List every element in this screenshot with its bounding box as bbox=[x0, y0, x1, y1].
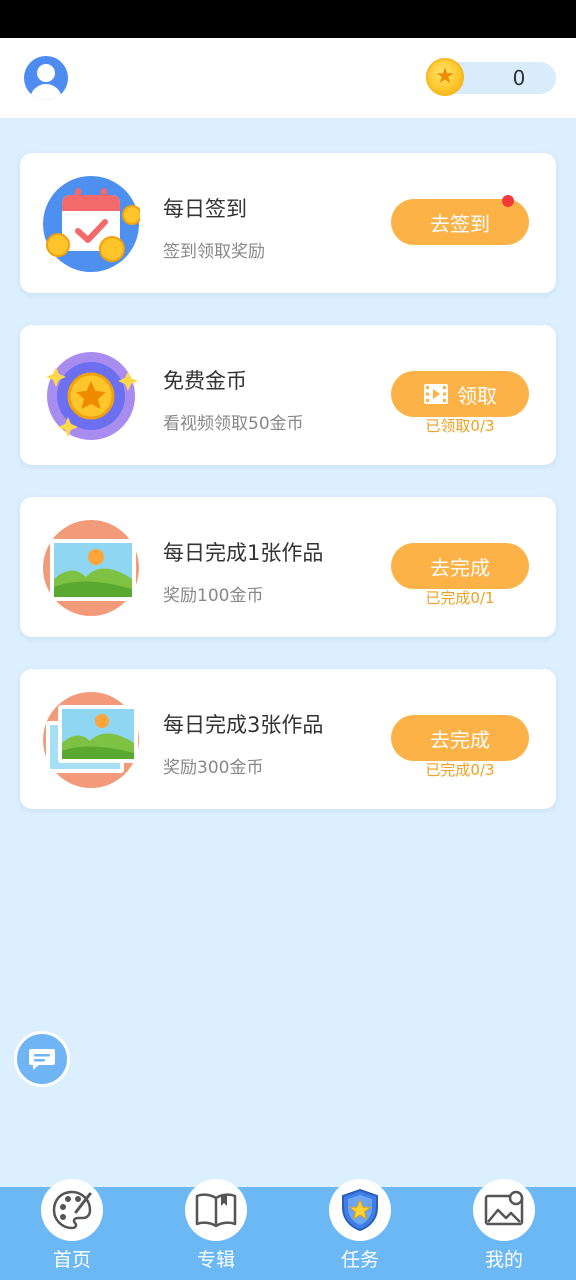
shield-star-icon bbox=[329, 1179, 391, 1241]
star-coin-icon: ★ bbox=[426, 58, 464, 96]
chat-bubble-icon bbox=[29, 1049, 55, 1070]
tab-tasks[interactable]: 任务 bbox=[288, 1179, 432, 1280]
book-icon bbox=[185, 1179, 247, 1241]
landscape-picture-icon bbox=[42, 519, 140, 617]
status-bar bbox=[0, 0, 576, 38]
stacked-pictures-icon bbox=[42, 691, 140, 789]
task-subtitle: 奖励100金币 bbox=[163, 586, 264, 606]
complete-button-label: 去完成 bbox=[430, 555, 490, 580]
complete-button-label: 去完成 bbox=[430, 727, 490, 752]
coin-balance: 0 bbox=[512, 66, 526, 90]
complete-task-button[interactable]: 去完成 bbox=[391, 543, 529, 589]
claim-button-label: 领取 bbox=[457, 383, 497, 408]
top-bar: 0 ★ bbox=[0, 38, 576, 118]
tab-label: 专辑 bbox=[196, 1249, 235, 1271]
tab-label: 首页 bbox=[52, 1249, 91, 1271]
bottom-tab-bar: 首页 专辑 任务 我的 bbox=[0, 1179, 576, 1280]
chat-button[interactable] bbox=[14, 1031, 70, 1087]
task-subtitle: 签到领取奖励 bbox=[163, 242, 265, 262]
task-title: 每日签到 bbox=[163, 197, 247, 221]
task-progress: 已完成0/3 bbox=[425, 761, 495, 779]
claim-button[interactable]: 领取 bbox=[391, 371, 529, 417]
star-coin-icon bbox=[42, 347, 140, 445]
tab-albums[interactable]: 专辑 bbox=[144, 1179, 288, 1280]
avatar-body bbox=[30, 84, 62, 100]
task-card-daily-signin: 每日签到 签到领取奖励 去签到 bbox=[20, 153, 556, 293]
tab-home[interactable]: 首页 bbox=[0, 1179, 144, 1280]
task-subtitle: 看视频领取50金币 bbox=[163, 414, 304, 434]
task-title: 每日完成1张作品 bbox=[163, 541, 324, 565]
avatar[interactable] bbox=[24, 56, 68, 100]
task-card-complete-3: 每日完成3张作品 奖励300金币 去完成 已完成0/3 bbox=[20, 669, 556, 809]
task-card-complete-1: 每日完成1张作品 奖励100金币 去完成 已完成0/1 bbox=[20, 497, 556, 637]
tab-mine[interactable]: 我的 bbox=[432, 1179, 576, 1280]
task-progress: 已完成0/1 bbox=[425, 589, 495, 607]
task-title: 每日完成3张作品 bbox=[163, 713, 324, 737]
task-card-free-coins: 免费金币 看视频领取50金币 领取 已领取0/3 bbox=[20, 325, 556, 465]
task-title: 免费金币 bbox=[163, 369, 247, 393]
calendar-icon bbox=[42, 175, 142, 273]
notification-dot bbox=[502, 195, 514, 207]
task-subtitle: 奖励300金币 bbox=[163, 758, 264, 778]
complete-task-button[interactable]: 去完成 bbox=[391, 715, 529, 761]
signin-button-label: 去签到 bbox=[430, 211, 490, 236]
tab-label: 任务 bbox=[340, 1249, 379, 1271]
palette-icon bbox=[41, 1179, 103, 1241]
video-icon bbox=[424, 384, 448, 404]
avatar-head bbox=[37, 64, 55, 82]
gallery-icon bbox=[473, 1179, 535, 1241]
task-progress: 已领取0/3 bbox=[425, 417, 495, 435]
tab-label: 我的 bbox=[484, 1249, 523, 1271]
